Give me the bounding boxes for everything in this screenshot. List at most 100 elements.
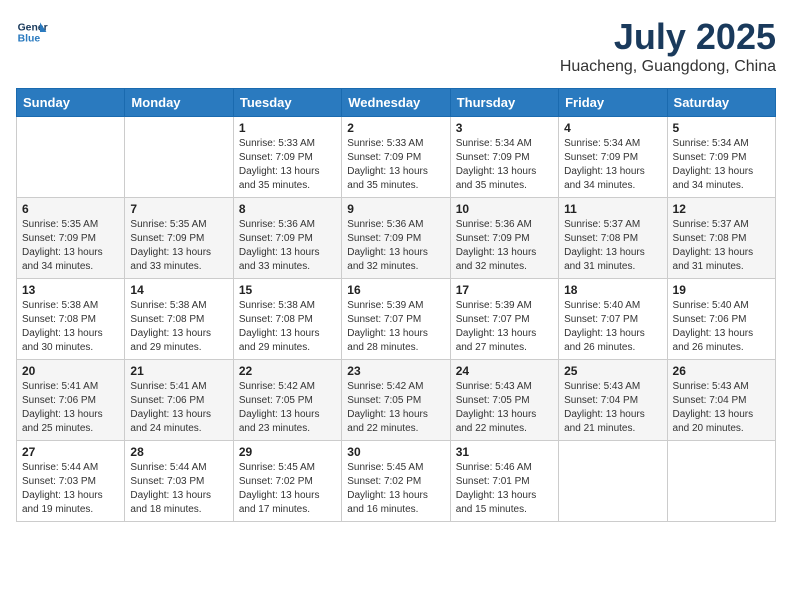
calendar-cell: 15Sunrise: 5:38 AMSunset: 7:08 PMDayligh… xyxy=(233,279,341,360)
calendar-week-row: 1Sunrise: 5:33 AMSunset: 7:09 PMDaylight… xyxy=(17,117,776,198)
day-info: Sunrise: 5:34 AMSunset: 7:09 PMDaylight:… xyxy=(673,137,770,193)
day-info: Sunrise: 5:40 AMSunset: 7:07 PMDaylight:… xyxy=(564,299,661,355)
day-info: Sunrise: 5:39 AMSunset: 7:07 PMDaylight:… xyxy=(347,299,444,355)
weekday-header-row: SundayMondayTuesdayWednesdayThursdayFrid… xyxy=(17,89,776,117)
calendar-week-row: 20 Sunrise: 5:41 AMSunset: 7:06 PMDayligh… xyxy=(17,360,776,441)
calendar-cell: 22 Sunrise: 5:42 AMSunset: 7:05 PMDayligh… xyxy=(233,360,341,441)
calendar-cell xyxy=(17,117,125,198)
calendar-cell: 7 Sunrise: 5:35 AMSunset: 7:09 PMDaylight… xyxy=(125,198,233,279)
day-info: Sunrise: 5:45 AMSunset: 7:02 PMDaylight:… xyxy=(347,461,444,517)
day-number: 4 xyxy=(564,121,661,135)
day-number: 14 xyxy=(130,283,227,297)
calendar-cell: 11 Sunrise: 5:37 AMSunset: 7:08 PMDayligh… xyxy=(559,198,667,279)
day-info: Sunrise: 5:40 AMSunset: 7:06 PMDaylight:… xyxy=(673,299,770,355)
day-number: 24 xyxy=(456,364,553,378)
svg-text:Blue: Blue xyxy=(18,34,41,45)
calendar-cell: 18 Sunrise: 5:40 AMSunset: 7:07 PMDayligh… xyxy=(559,279,667,360)
day-number: 23 xyxy=(347,364,444,378)
calendar-cell: 3 Sunrise: 5:34 AMSunset: 7:09 PMDaylight… xyxy=(450,117,558,198)
day-number: 3 xyxy=(456,121,553,135)
day-info: Sunrise: 5:34 AMSunset: 7:09 PMDaylight:… xyxy=(564,137,661,193)
calendar-cell: 29Sunrise: 5:45 AMSunset: 7:02 PMDayligh… xyxy=(233,441,341,522)
day-info: Sunrise: 5:41 AMSunset: 7:06 PMDaylight:… xyxy=(22,380,119,436)
day-number: 25 xyxy=(564,364,661,378)
calendar-cell: 4 Sunrise: 5:34 AMSunset: 7:09 PMDaylight… xyxy=(559,117,667,198)
calendar-cell: 31 Sunrise: 5:46 AMSunset: 7:01 PMDayligh… xyxy=(450,441,558,522)
weekday-header: Sunday xyxy=(17,89,125,117)
day-number: 5 xyxy=(673,121,770,135)
calendar-cell: 20 Sunrise: 5:41 AMSunset: 7:06 PMDayligh… xyxy=(17,360,125,441)
weekday-header: Tuesday xyxy=(233,89,341,117)
day-number: 2 xyxy=(347,121,444,135)
calendar-cell: 6 Sunrise: 5:35 AMSunset: 7:09 PMDaylight… xyxy=(17,198,125,279)
day-number: 28 xyxy=(130,445,227,459)
calendar-cell: 14 Sunrise: 5:38 AMSunset: 7:08 PMDayligh… xyxy=(125,279,233,360)
weekday-header: Friday xyxy=(559,89,667,117)
day-info: Sunrise: 5:42 AMSunset: 7:05 PMDaylight:… xyxy=(347,380,444,436)
day-info: Sunrise: 5:35 AMSunset: 7:09 PMDaylight:… xyxy=(22,218,119,274)
calendar-cell: 28 Sunrise: 5:44 AMSunset: 7:03 PMDayligh… xyxy=(125,441,233,522)
day-number: 10 xyxy=(456,202,553,216)
day-info: Sunrise: 5:38 AMSunset: 7:08 PMDaylight:… xyxy=(130,299,227,355)
calendar-cell: 9 Sunrise: 5:36 AMSunset: 7:09 PMDaylight… xyxy=(342,198,450,279)
day-info: Sunrise: 5:43 AMSunset: 7:04 PMDaylight:… xyxy=(673,380,770,436)
day-number: 8 xyxy=(239,202,336,216)
weekday-header: Wednesday xyxy=(342,89,450,117)
day-info: Sunrise: 5:44 AMSunset: 7:03 PMDaylight:… xyxy=(22,461,119,517)
day-info: Sunrise: 5:39 AMSunset: 7:07 PMDaylight:… xyxy=(456,299,553,355)
day-number: 17 xyxy=(456,283,553,297)
weekday-header: Saturday xyxy=(667,89,775,117)
day-number: 7 xyxy=(130,202,227,216)
day-info: Sunrise: 5:33 AMSunset: 7:09 PMDaylight:… xyxy=(239,137,336,193)
month-title: July 2025 xyxy=(560,16,776,58)
calendar-cell: 24 Sunrise: 5:43 AMSunset: 7:05 PMDayligh… xyxy=(450,360,558,441)
calendar-cell: 26 Sunrise: 5:43 AMSunset: 7:04 PMDayligh… xyxy=(667,360,775,441)
calendar-cell: 23 Sunrise: 5:42 AMSunset: 7:05 PMDayligh… xyxy=(342,360,450,441)
calendar-cell: 8Sunrise: 5:36 AMSunset: 7:09 PMDaylight… xyxy=(233,198,341,279)
day-info: Sunrise: 5:35 AMSunset: 7:09 PMDaylight:… xyxy=(130,218,227,274)
weekday-header: Monday xyxy=(125,89,233,117)
day-number: 9 xyxy=(347,202,444,216)
day-number: 31 xyxy=(456,445,553,459)
day-number: 13 xyxy=(22,283,119,297)
day-info: Sunrise: 5:42 AMSunset: 7:05 PMDaylight:… xyxy=(239,380,336,436)
day-info: Sunrise: 5:44 AMSunset: 7:03 PMDaylight:… xyxy=(130,461,227,517)
day-number: 18 xyxy=(564,283,661,297)
day-info: Sunrise: 5:37 AMSunset: 7:08 PMDaylight:… xyxy=(673,218,770,274)
calendar-cell xyxy=(667,441,775,522)
day-number: 6 xyxy=(22,202,119,216)
day-info: Sunrise: 5:43 AMSunset: 7:05 PMDaylight:… xyxy=(456,380,553,436)
weekday-header: Thursday xyxy=(450,89,558,117)
day-info: Sunrise: 5:41 AMSunset: 7:06 PMDaylight:… xyxy=(130,380,227,436)
title-block: July 2025 Huacheng, Guangdong, China xyxy=(560,16,776,76)
day-info: Sunrise: 5:43 AMSunset: 7:04 PMDaylight:… xyxy=(564,380,661,436)
day-number: 30 xyxy=(347,445,444,459)
calendar-cell xyxy=(125,117,233,198)
day-number: 20 xyxy=(22,364,119,378)
day-number: 29 xyxy=(239,445,336,459)
day-info: Sunrise: 5:36 AMSunset: 7:09 PMDaylight:… xyxy=(347,218,444,274)
day-number: 11 xyxy=(564,202,661,216)
calendar-cell: 1Sunrise: 5:33 AMSunset: 7:09 PMDaylight… xyxy=(233,117,341,198)
day-number: 12 xyxy=(673,202,770,216)
location-title: Huacheng, Guangdong, China xyxy=(560,58,776,76)
day-info: Sunrise: 5:33 AMSunset: 7:09 PMDaylight:… xyxy=(347,137,444,193)
calendar-cell: 19Sunrise: 5:40 AMSunset: 7:06 PMDayligh… xyxy=(667,279,775,360)
day-info: Sunrise: 5:37 AMSunset: 7:08 PMDaylight:… xyxy=(564,218,661,274)
calendar-cell: 13 Sunrise: 5:38 AMSunset: 7:08 PMDayligh… xyxy=(17,279,125,360)
calendar-cell: 16Sunrise: 5:39 AMSunset: 7:07 PMDayligh… xyxy=(342,279,450,360)
day-number: 26 xyxy=(673,364,770,378)
day-number: 27 xyxy=(22,445,119,459)
day-number: 22 xyxy=(239,364,336,378)
day-info: Sunrise: 5:38 AMSunset: 7:08 PMDaylight:… xyxy=(22,299,119,355)
calendar-cell: 21Sunrise: 5:41 AMSunset: 7:06 PMDayligh… xyxy=(125,360,233,441)
calendar-week-row: 27 Sunrise: 5:44 AMSunset: 7:03 PMDayligh… xyxy=(17,441,776,522)
day-info: Sunrise: 5:46 AMSunset: 7:01 PMDaylight:… xyxy=(456,461,553,517)
calendar-cell: 12 Sunrise: 5:37 AMSunset: 7:08 PMDayligh… xyxy=(667,198,775,279)
day-info: Sunrise: 5:36 AMSunset: 7:09 PMDaylight:… xyxy=(456,218,553,274)
logo: General Blue xyxy=(16,16,48,48)
calendar-cell: 27 Sunrise: 5:44 AMSunset: 7:03 PMDayligh… xyxy=(17,441,125,522)
logo-icon: General Blue xyxy=(16,16,48,48)
calendar-cell: 25 Sunrise: 5:43 AMSunset: 7:04 PMDayligh… xyxy=(559,360,667,441)
day-info: Sunrise: 5:34 AMSunset: 7:09 PMDaylight:… xyxy=(456,137,553,193)
